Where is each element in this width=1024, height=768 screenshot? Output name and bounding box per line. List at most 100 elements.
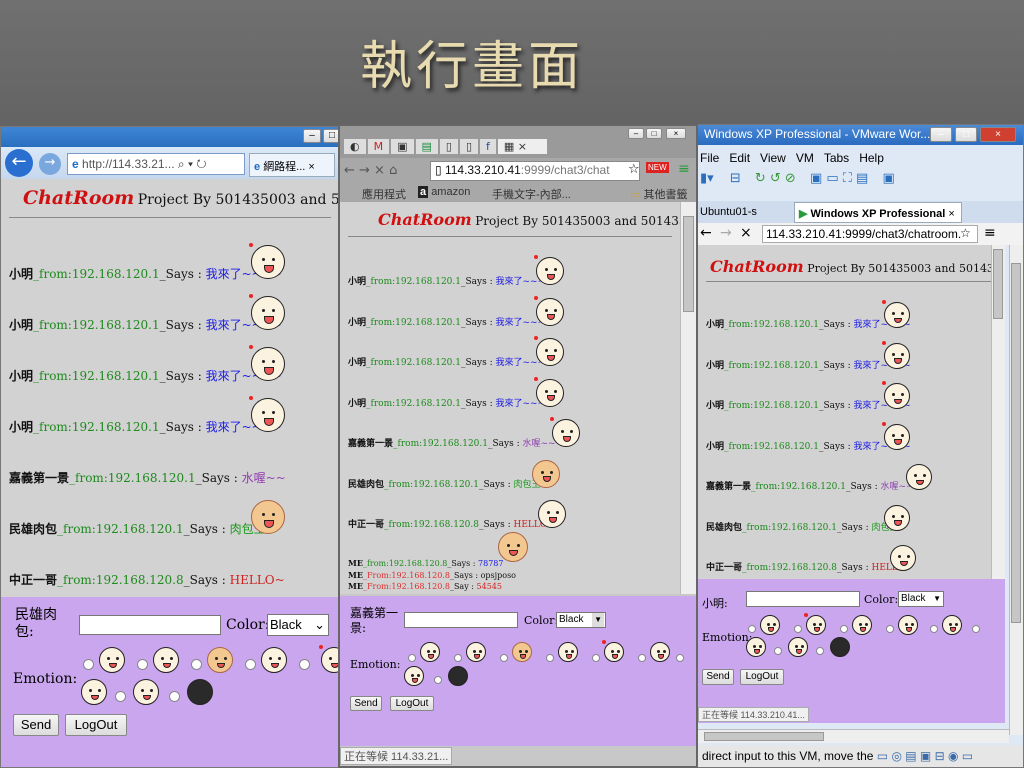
- vm-close-button[interactable]: ×: [980, 127, 1016, 142]
- chrome-scrollbar[interactable]: [680, 202, 696, 594]
- emotion-radio[interactable]: [245, 659, 256, 670]
- back-arrow-icon[interactable]: ←: [700, 225, 712, 241]
- power-icon[interactable]: ▮▾: [700, 171, 714, 186]
- ie-address-bar[interactable]: e http://114.33.21... ⌕ ▾ ↻: [67, 153, 245, 175]
- menu-file[interactable]: File: [700, 151, 719, 165]
- vm-scrollbar[interactable]: [1009, 245, 1023, 735]
- vm-hscroll-thumb[interactable]: [704, 732, 824, 741]
- emotion-radio[interactable]: [676, 654, 684, 662]
- emotion-radio[interactable]: [83, 659, 94, 670]
- nav-icons[interactable]: ← → × ⌂: [344, 163, 397, 178]
- emotion-radio[interactable]: [816, 647, 824, 655]
- chat-header: ChatRoom Project By 501435003 and 501435…: [378, 210, 680, 229]
- menu-vm[interactable]: VM: [796, 151, 814, 165]
- emotion-radio[interactable]: [115, 691, 126, 702]
- new-extension-icon[interactable]: NEW: [646, 162, 669, 173]
- bookmark-apps[interactable]: 應用程式: [362, 186, 406, 202]
- emotion-radio[interactable]: [191, 659, 202, 670]
- minimize-button[interactable]: –: [303, 129, 321, 143]
- scroll-thumb[interactable]: [683, 216, 694, 312]
- send-button[interactable]: Send: [13, 714, 59, 736]
- emotion-radio[interactable]: [454, 654, 462, 662]
- vm-scroll-thumb[interactable]: [1011, 263, 1021, 623]
- forward-arrow-icon[interactable]: →: [720, 225, 732, 241]
- gmail-icon[interactable]: M: [367, 139, 390, 154]
- bookmark-others[interactable]: ▭ 其他書籤: [630, 186, 687, 202]
- tab-close-icon[interactable]: ×: [945, 208, 954, 220]
- emotion-radio[interactable]: [434, 676, 442, 684]
- color-select[interactable]: Black ⌄: [267, 614, 329, 636]
- menu-view[interactable]: View: [760, 151, 786, 165]
- color-select[interactable]: Black ▼: [898, 591, 944, 607]
- emotion-radio[interactable]: [886, 625, 894, 633]
- bookmark-amazon[interactable]: a amazon: [418, 186, 470, 198]
- logout-button[interactable]: LogOut: [65, 714, 127, 736]
- tab-winxp[interactable]: ▶ Windows XP Professional ×: [794, 202, 962, 223]
- briefcase-icon[interactable]: ▣: [391, 139, 414, 154]
- menu-help[interactable]: Help: [859, 151, 884, 165]
- fullscreen-icon[interactable]: ▣: [882, 171, 894, 186]
- forward-arrow-icon[interactable]: →: [39, 153, 61, 175]
- chrome-omnibox[interactable]: ▯ 114.33.210.41:9999/chat3/chat: [430, 161, 640, 181]
- bookmark-star-icon[interactable]: ☆: [628, 162, 640, 177]
- sheet-icon[interactable]: ▤: [415, 139, 438, 154]
- menu-icon[interactable]: ≡: [678, 161, 690, 177]
- scroll-thumb[interactable]: [993, 249, 1003, 319]
- send-button[interactable]: Send: [350, 696, 382, 711]
- facebook-icon[interactable]: f: [480, 139, 496, 154]
- sender-ip: _From:192.168.120.8: [362, 582, 450, 591]
- logout-button[interactable]: LogOut: [390, 696, 434, 711]
- amazon-icon: a: [418, 186, 429, 198]
- tab-ubuntu[interactable]: Ubuntu01-s: [700, 206, 757, 218]
- logout-button[interactable]: LogOut: [740, 669, 784, 685]
- doc-icon-2[interactable]: ▯: [459, 139, 479, 154]
- emotion-radio[interactable]: [137, 659, 148, 670]
- message-input[interactable]: [79, 615, 221, 635]
- vm-minimize-button[interactable]: –: [930, 127, 952, 142]
- ie-tab[interactable]: e 網路程... ×: [249, 153, 335, 177]
- emotion-radio[interactable]: [748, 625, 756, 633]
- chrome-close-button[interactable]: ×: [666, 128, 686, 139]
- chat-header: ChatRoom Project By 501435003 and 501435…: [23, 187, 339, 209]
- revert-icon[interactable]: ↻ ↺ ⊘: [755, 171, 796, 186]
- active-tab-grid-icon[interactable]: ▦ ×: [497, 139, 548, 154]
- search-icon[interactable]: ⌕ ▾ ↻: [178, 157, 207, 171]
- emotion-radio[interactable]: [840, 625, 848, 633]
- chrome-maximize-button[interactable]: □: [646, 128, 662, 139]
- menu-icon[interactable]: ≡: [984, 225, 996, 241]
- emotion-radio[interactable]: [638, 654, 646, 662]
- emotion-radio[interactable]: [972, 625, 980, 633]
- vm-maximize-button[interactable]: □: [955, 127, 977, 142]
- bookmark-star-icon[interactable]: ☆: [960, 226, 971, 240]
- view-icons[interactable]: ▣ ▭ ⛶ ▤: [810, 171, 868, 186]
- menu-edit[interactable]: Edit: [729, 151, 750, 165]
- emotion-radio[interactable]: [794, 625, 802, 633]
- xp-chat-scrollbar[interactable]: [991, 245, 1005, 579]
- color-select[interactable]: Black ▼: [556, 612, 606, 628]
- message-input[interactable]: [746, 591, 860, 607]
- doc-icon[interactable]: ▯: [439, 139, 458, 154]
- emotion-radio[interactable]: [592, 654, 600, 662]
- emotion-radio[interactable]: [500, 654, 508, 662]
- tab-close-icon[interactable]: ×: [305, 161, 314, 173]
- stop-icon[interactable]: ×: [740, 225, 752, 241]
- emotion-radio[interactable]: [774, 647, 782, 655]
- headset-icon[interactable]: ◐: [344, 139, 366, 154]
- url-path: :9999/chat3/chat: [520, 163, 610, 177]
- bookmark-doc[interactable]: 手機文字-內部...: [492, 186, 571, 202]
- emoticon-face-icon: [249, 243, 285, 279]
- snapshot-icon[interactable]: ⊟: [730, 171, 741, 186]
- send-button[interactable]: Send: [702, 669, 734, 685]
- emotion-radio[interactable]: [408, 654, 416, 662]
- xp-address-bar[interactable]: 114.33.210.41:9999/chat3/chatroom.: [762, 225, 978, 243]
- back-arrow-icon[interactable]: ←: [5, 149, 33, 177]
- chrome-chat-page: ChatRoom Project By 501435003 and 501435…: [340, 202, 680, 594]
- emotion-radio[interactable]: [169, 691, 180, 702]
- vm-hscrollbar[interactable]: [698, 729, 1009, 743]
- emotion-radio[interactable]: [299, 659, 310, 670]
- message-input[interactable]: [404, 612, 518, 628]
- menu-tabs[interactable]: Tabs: [824, 151, 849, 165]
- chrome-minimize-button[interactable]: –: [628, 128, 644, 139]
- emotion-radio[interactable]: [930, 625, 938, 633]
- emotion-radio[interactable]: [546, 654, 554, 662]
